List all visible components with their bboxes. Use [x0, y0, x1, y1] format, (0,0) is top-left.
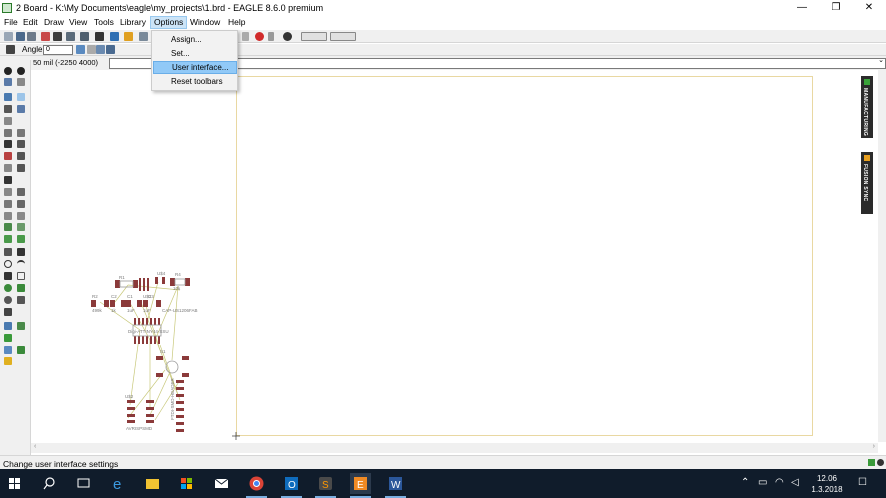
tab-fusion-sync[interactable]: FUSION SYNC [861, 152, 873, 214]
taskbar: e O S E W ⌃ ▭ ◠ ◁ 12.06 1.3.2018 ☐ [0, 469, 886, 498]
store-icon[interactable] [176, 473, 197, 494]
part-label: R2 [92, 294, 98, 299]
part-label: AVRISPSMD [126, 426, 153, 431]
horizontal-scrollbar[interactable]: ‹ › [31, 443, 878, 453]
component-pads [91, 277, 190, 432]
mail-icon[interactable] [211, 473, 232, 494]
part-label: C3 [148, 294, 154, 299]
edge-icon[interactable]: e [108, 473, 129, 494]
tab-fusion-sync-label: FUSION SYNC [862, 164, 868, 202]
origin-cross-icon [232, 432, 240, 440]
fusion-sync-icon [864, 155, 870, 161]
part-label: R4 [175, 272, 181, 277]
options-dropdown: Assign... Set... User interface... Reset… [151, 30, 238, 91]
part-label: Digi-ATTINY44-SSU [128, 329, 169, 334]
wifi-icon[interactable]: ◠ [775, 477, 784, 488]
status-bar: Change user interface settings [0, 455, 886, 469]
parts-layer: R1 U$4 R4 R2 C2 C1 U$3 C3 499k 1k 10k 1u… [91, 271, 240, 440]
part-label: 1uF [143, 308, 151, 313]
part-label: FTDI-SMD-HEADER [170, 378, 175, 420]
tab-manufacturing-label: MANUFACTURING [862, 88, 868, 137]
volume-icon[interactable]: ◁ [791, 477, 799, 488]
file-explorer-icon[interactable] [142, 473, 163, 494]
outlook-icon[interactable]: O [281, 473, 302, 498]
part-label: 499k [92, 308, 103, 313]
menu-item-set[interactable]: Set... [153, 47, 237, 60]
tab-manufacturing[interactable]: MANUFACTURING [861, 76, 873, 138]
word-icon[interactable]: W [385, 473, 406, 498]
eagle-taskbar-icon[interactable]: E [350, 473, 371, 498]
taskbar-clock[interactable]: 12.06 1.3.2018 [808, 473, 846, 495]
svg-text:S: S [322, 480, 329, 491]
part-label: U$4 [157, 271, 166, 276]
start-icon[interactable] [4, 473, 25, 494]
clock-time: 12.06 [816, 474, 838, 483]
svg-text:O: O [288, 480, 296, 491]
menu-item-assign[interactable]: Assign... [153, 33, 237, 46]
clock-date: 1.3.2018 [811, 485, 843, 494]
status-message: Change user interface settings [3, 459, 119, 469]
part-label: C2 [111, 294, 117, 299]
chrome-icon[interactable] [246, 473, 267, 498]
part-label: U$2 [125, 394, 134, 399]
part-label: S1 [160, 349, 166, 354]
svg-text:E: E [357, 480, 364, 491]
notifications-icon[interactable]: ☐ [858, 477, 867, 488]
tray-chevron-icon[interactable]: ⌃ [741, 477, 749, 488]
svg-text:e: e [113, 476, 121, 493]
part-labels: R1 U$4 R4 R2 C2 C1 U$3 C3 499k 1k 10k 1u… [92, 271, 198, 431]
sublime-text-icon[interactable]: S [315, 473, 336, 498]
scroll-left-icon[interactable]: ‹ [34, 443, 36, 450]
part-label: 10k [173, 286, 181, 291]
scroll-right-icon[interactable]: › [873, 443, 875, 450]
part-label: C1 [127, 294, 133, 299]
menu-item-reset-toolbars[interactable]: Reset toolbars [153, 75, 237, 88]
network-icon[interactable]: ▭ [758, 477, 767, 488]
task-view-icon[interactable] [73, 473, 94, 494]
manufacturing-icon [864, 79, 870, 85]
menu-item-user-interface[interactable]: User interface... [153, 61, 237, 74]
vertical-scrollbar[interactable] [878, 70, 886, 442]
right-panel: MANUFACTURING FUSION SYNC [860, 70, 878, 442]
svg-text:W: W [391, 480, 401, 491]
part-label: 1uF [127, 308, 135, 313]
stop-command-icon[interactable] [877, 459, 884, 466]
part-label: R1 [119, 275, 125, 280]
status-ok-icon[interactable] [868, 459, 875, 466]
search-icon[interactable] [39, 473, 60, 494]
part-label: 1k [111, 308, 117, 313]
part-label: CAP-US1206FAB [162, 308, 198, 313]
